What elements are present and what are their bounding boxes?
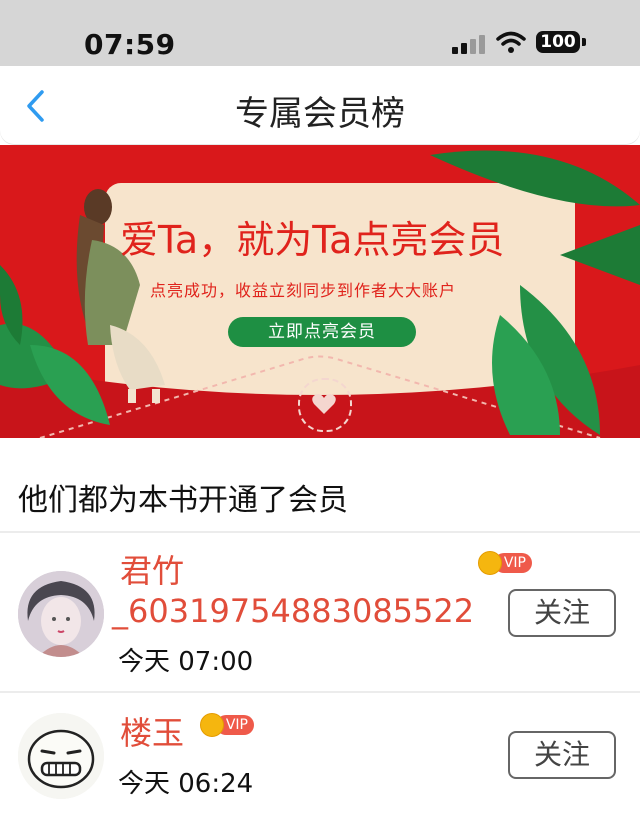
avatar[interactable]: [18, 713, 104, 799]
activate-membership-button[interactable]: 立即点亮会员: [228, 317, 416, 347]
battery-tip: [582, 38, 586, 46]
promo-banner[interactable]: 爱Ta，就为Ta点亮会员 点亮成功，收益立刻同步到作者大大账户 立即点亮会员: [0, 145, 640, 438]
vip-badge: VIP: [200, 713, 256, 737]
list-item: 君竹 _60319754883085522 VIP 今天 07:00 关注: [0, 533, 640, 691]
member-name[interactable]: 君竹: [120, 551, 184, 591]
heart-seal-icon: [298, 378, 352, 432]
follow-button[interactable]: 关注: [508, 731, 616, 779]
banner-title: 爱Ta，就为Ta点亮会员: [120, 218, 505, 262]
status-bar: 07:59 100: [0, 0, 640, 66]
nav-bar: 专属会员榜: [0, 66, 640, 144]
list-item: 楼玉 VIP 今天 06:24 关注: [0, 693, 640, 816]
crown-icon: [478, 551, 502, 575]
banner-subtitle: 点亮成功，收益立刻同步到作者大大账户: [150, 281, 457, 300]
join-time: 今天 07:00: [118, 647, 254, 677]
status-time: 07:59: [84, 28, 176, 61]
vip-badge: VIP: [478, 551, 534, 575]
avatar[interactable]: [18, 571, 104, 657]
member-name[interactable]: 楼玉: [120, 713, 184, 753]
member-name-continued[interactable]: _60319754883085522: [112, 591, 474, 631]
crown-icon: [200, 713, 224, 737]
page-title: 专属会员榜: [235, 94, 405, 134]
signal-icon: [452, 34, 488, 54]
join-time: 今天 06:24: [118, 769, 254, 799]
wifi-icon: [496, 31, 526, 53]
battery-icon: 100: [536, 31, 580, 53]
section-title: 他们都为本书开通了会员: [18, 483, 348, 518]
follow-button[interactable]: 关注: [508, 589, 616, 637]
